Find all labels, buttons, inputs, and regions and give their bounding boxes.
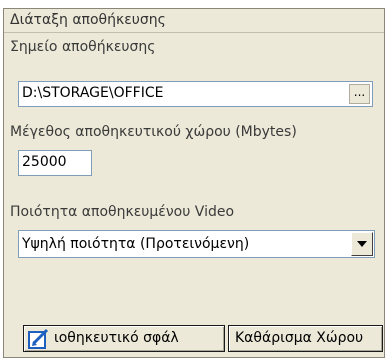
clear-space-button[interactable]: Καθάρισμα Χώρου [228,325,383,352]
storage-location-field[interactable]: D:\STORAGE\OFFICE ... [18,81,373,107]
storage-size-label: Μέγεθος αποθηκευτικού χώρου (Mbytes) [10,124,297,140]
video-quality-select[interactable]: Υψηλή ποιότητα (Προτεινόμενη) [18,230,375,258]
edit-document-icon [28,328,50,351]
chevron-down-icon [357,241,367,247]
video-quality-selected-value: Υψηλή ποιότητα (Προτεινόμενη) [22,236,250,252]
storage-location-label: Σημείο αποθήκευσης [10,39,156,55]
storage-error-button-label: ιοθηκευτικό σφάλ [54,330,179,346]
storage-size-input[interactable]: 25000 [18,150,92,176]
storage-error-button[interactable]: ιοθηκευτικό σφάλ [23,325,225,352]
panel-title: Διάταξη αποθήκευσης [4,9,384,33]
page: { "panel": { "title": "Διάταξη αποθήκευσ… [0,0,391,364]
video-quality-label: Ποιότητα αποθηκευμένου Video [10,204,235,220]
storage-settings-panel: Διάταξη αποθήκευσης Σημείο αποθήκευσης D… [3,8,385,358]
browse-button[interactable]: ... [349,84,370,104]
dropdown-button[interactable] [351,232,373,256]
storage-location-value: D:\STORAGE\OFFICE [22,85,164,101]
